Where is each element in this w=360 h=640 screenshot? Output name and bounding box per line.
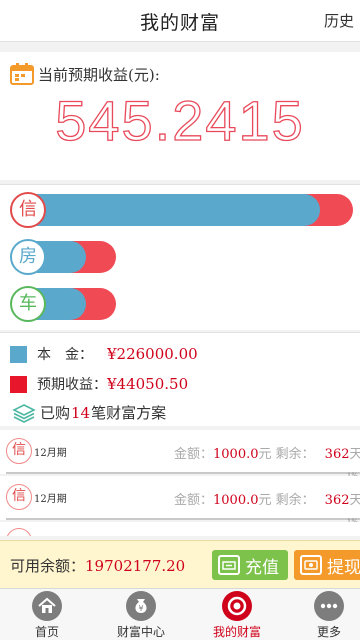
plan-period: 12月期 [34,494,67,505]
legend-principal: 本 金： ¥226000.00 [10,343,198,365]
amount-unit: 元 [258,447,272,462]
expected-income-panel: 当前预期收益(元): 545.2415 [0,52,360,180]
expected-income-amount: 545.2415 [55,88,305,152]
plan-progress [6,518,360,520]
plan-amount: 1000.0 [213,493,259,508]
list-item[interactable]: 信 12月期 金额：1000.0元 剩余：362天 1% [0,430,360,480]
principal-label: 本 金： [37,347,93,363]
top-bar: 我的财富 历史 [0,0,360,42]
car-icon: 车 [10,286,46,322]
income-value: ¥44050.50 [107,375,189,393]
remain-label: 剩余： [271,447,315,462]
list-item[interactable]: 信 12月期 金额：1000.0元 剩余：362天 1% [0,476,360,526]
bar-row-credit[interactable]: 信 [0,190,360,230]
recharge-button[interactable]: 充值 [212,550,288,580]
credit-principal-bar [30,194,320,226]
plan-period: 12月期 [34,448,67,459]
legend: 本 金： ¥226000.00 预期收益： ¥44050.50 [0,332,360,400]
recharge-icon [218,555,240,575]
layers-icon [12,403,36,423]
plan-detail: 金额：1000.0元 剩余： 362天 [174,489,360,508]
bar-row-house[interactable]: 房 [0,237,360,277]
recharge-label: 充值 [245,557,279,578]
balance-value: 19702177.20 [85,557,186,575]
nav-home-label: 首页 [34,625,59,639]
nav-home[interactable]: 首页 [2,591,92,640]
nav-wealth-center[interactable]: ¥ 财富中心 [96,591,186,640]
bar-row-car[interactable]: 车 [0,284,360,324]
plan-detail: 金额：1000.0元 剩余： 362天 [174,443,360,462]
list-item[interactable] [0,522,360,536]
home-icon [32,591,62,621]
credit-plan-icon: 信 [6,438,32,464]
amount-unit: 元 [258,493,272,508]
more-icon [314,591,344,621]
expected-income-label: 当前预期收益(元): [38,65,160,84]
nav-more[interactable]: 更多 [284,591,360,640]
asset-bars: 信 房 车 [0,184,360,330]
credit-plan-icon [6,528,32,536]
income-swatch [10,375,27,393]
remain-label: 剩余： [271,493,315,508]
plan-progress [6,472,360,474]
svg-text:¥: ¥ [138,604,143,613]
nav-my-wealth[interactable]: 我的财富 [192,591,282,640]
purchased-header: 已购 14 笔财富方案 [0,400,360,426]
credit-icon: 信 [10,192,46,228]
credit-plan-icon: 信 [6,484,32,510]
house-icon: 房 [10,239,46,275]
purchased-suffix: 笔财富方案 [91,404,167,422]
amount-label: 金额： [174,447,214,462]
principal-value: ¥226000.00 [107,345,198,363]
amount-label: 金额： [174,493,214,508]
my-wealth-icon [222,591,252,621]
calendar-icon [10,63,34,85]
plan-list: 信 12月期 金额：1000.0元 剩余：362天 1% 信 12月期 金额：1… [0,426,360,536]
withdraw-button[interactable]: 提现 [294,550,360,580]
remain-days: 362 [324,447,350,462]
remain-unit: 天 [349,493,360,508]
purchased-prefix: 已购 [40,404,71,422]
wealth-center-icon: ¥ [126,591,156,621]
withdraw-label: 提现 [327,557,360,578]
nav-wealth-center-label: 财富中心 [116,625,165,639]
nav-my-wealth-label: 我的财富 [212,625,261,639]
plan-amount: 1000.0 [213,447,259,462]
withdraw-icon [300,555,322,575]
balance-label: 可用余额： [10,557,86,575]
income-label: 预期收益： [37,377,107,393]
remain-unit: 天 [349,447,360,462]
page-title: 我的财富 [139,12,220,34]
principal-swatch [10,345,27,363]
legend-income: 预期收益： ¥44050.50 [10,373,188,395]
balance-text: 可用余额：19702177.20 [10,555,185,576]
history-link[interactable]: 历史 [324,10,354,31]
balance-bar: 可用余额：19702177.20 充值 提现 [0,540,360,588]
purchased-count: 14 [71,403,91,422]
remain-days: 362 [324,493,350,508]
bottom-nav: 首页 ¥ 财富中心 我的财富 更多 [0,588,360,640]
nav-more-label: 更多 [316,625,341,639]
